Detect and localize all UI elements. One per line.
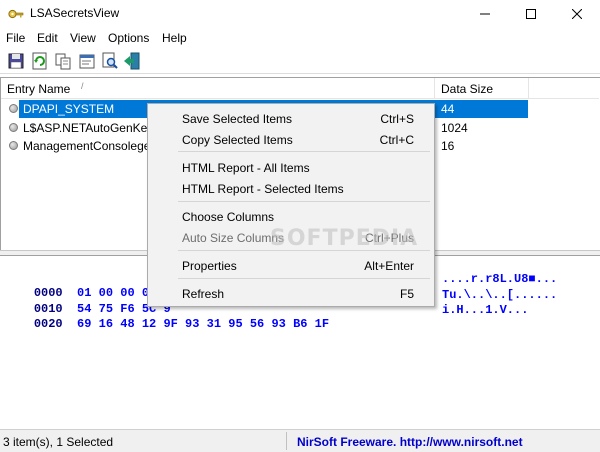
menu-separator — [178, 151, 430, 152]
entry-size: 1024 — [441, 121, 468, 135]
entry-name: DPAPI_SYSTEM — [23, 102, 115, 116]
column-header-label: Entry Name — [7, 82, 71, 96]
key-icon — [8, 9, 24, 19]
properties-icon — [79, 54, 95, 69]
column-header-entry-name[interactable]: Entry Name / — [1, 78, 435, 99]
save-icon — [8, 53, 24, 69]
find-icon — [102, 52, 118, 69]
menu-item-html-report-selected[interactable]: HTML Report - Selected Items — [148, 178, 434, 199]
menu-item-shortcut: Alt+Enter — [364, 259, 414, 273]
watermark: SOFTPEDIA — [270, 226, 419, 251]
entry-size: 16 — [441, 139, 455, 153]
hex-ascii: Tu.\..\..[...... — [442, 288, 558, 302]
exit-icon — [124, 52, 140, 70]
menu-help[interactable]: Help — [162, 31, 187, 45]
hex-offset: 0020 — [33, 317, 63, 331]
refresh-icon — [32, 52, 47, 70]
menu-view[interactable]: View — [70, 31, 96, 45]
close-button[interactable] — [554, 0, 600, 28]
menu-item-label: Choose Columns — [182, 210, 275, 224]
save-button[interactable] — [6, 51, 26, 71]
window-title: LSASecretsView — [30, 6, 120, 20]
minimize-icon — [480, 13, 490, 15]
menu-item-shortcut: Ctrl+S — [380, 112, 414, 126]
status-bar: 3 item(s), 1 Selected NirSoft Freeware. … — [0, 429, 600, 452]
entry-name: L$ASP.NETAutoGenKeysV — [23, 121, 168, 135]
menu-item-copy-selected[interactable]: Copy Selected Items Ctrl+C — [148, 129, 434, 150]
menu-item-save-selected[interactable]: Save Selected Items Ctrl+S — [148, 108, 434, 129]
menu-bar: File Edit View Options Help — [0, 28, 600, 48]
menu-file[interactable]: File — [6, 31, 25, 45]
hex-bytes: 69 16 48 12 9F 93 31 95 56 93 B6 1F — [77, 317, 330, 331]
toolbar — [0, 48, 600, 74]
hex-ascii: ....r.r8L.U8■... — [442, 272, 558, 286]
copy-button[interactable] — [53, 51, 73, 71]
menu-item-label: Copy Selected Items — [182, 133, 293, 147]
status-item-count: 3 item(s), 1 Selected — [3, 435, 114, 449]
menu-item-shortcut: Ctrl+C — [379, 133, 414, 147]
entry-name: ManagementConsolegen — [23, 139, 158, 153]
entry-icon — [9, 141, 18, 150]
menu-item-label: Properties — [182, 259, 237, 273]
hex-line: 0020 69 16 48 12 9F 93 31 95 56 93 B6 1F — [5, 303, 329, 345]
menu-item-choose-columns[interactable]: Choose Columns — [148, 206, 434, 227]
menu-item-label: HTML Report - Selected Items — [182, 182, 344, 196]
menu-options[interactable]: Options — [108, 31, 149, 45]
menu-item-properties[interactable]: Properties Alt+Enter — [148, 255, 434, 276]
menu-separator — [178, 278, 430, 279]
sort-arrow-icon: / — [81, 81, 84, 91]
menu-item-label: Save Selected Items — [182, 112, 293, 126]
close-icon — [572, 9, 582, 19]
find-button[interactable] — [100, 51, 120, 71]
column-header-label: Data Size — [441, 82, 494, 96]
entry-icon — [9, 123, 18, 132]
menu-item-label: Refresh — [182, 287, 225, 301]
title-bar: LSASecretsView — [0, 0, 600, 28]
nirsoft-link[interactable]: NirSoft Freeware. http://www.nirsoft.net — [297, 435, 523, 449]
hex-ascii: i.H...1.V... — [442, 303, 529, 317]
status-divider — [286, 432, 287, 450]
menu-item-shortcut: F5 — [399, 287, 414, 301]
entry-icon — [9, 104, 18, 113]
menu-item-label: HTML Report - All Items — [182, 161, 310, 175]
menu-edit[interactable]: Edit — [37, 31, 58, 45]
copy-icon — [55, 53, 71, 70]
entry-size: 44 — [441, 102, 455, 116]
menu-item-html-report-all[interactable]: HTML Report - All Items — [148, 157, 434, 178]
menu-item-label: Auto Size Columns — [182, 231, 285, 245]
column-header-filler — [529, 78, 599, 99]
context-menu: Save Selected Items Ctrl+S Copy Selected… — [147, 103, 435, 307]
properties-button[interactable] — [77, 51, 97, 71]
column-header-data-size[interactable]: Data Size — [435, 78, 529, 99]
menu-item-refresh[interactable]: Refresh F5 — [148, 283, 434, 304]
exit-button[interactable] — [122, 51, 142, 71]
minimize-button[interactable] — [462, 0, 508, 28]
refresh-button[interactable] — [30, 51, 50, 71]
maximize-button[interactable] — [508, 0, 554, 28]
maximize-icon — [526, 9, 536, 19]
menu-separator — [178, 201, 430, 202]
